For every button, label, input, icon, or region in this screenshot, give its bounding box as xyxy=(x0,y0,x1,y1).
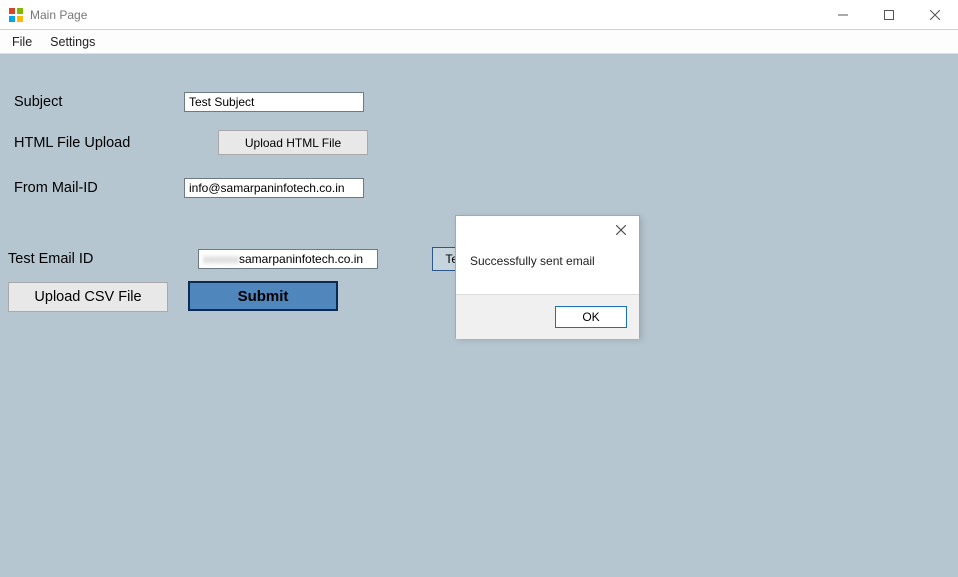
from-mail-label: From Mail-ID xyxy=(14,180,184,196)
html-upload-label: HTML File Upload xyxy=(14,135,184,151)
menu-file[interactable]: File xyxy=(12,35,32,49)
message-dialog: Successfully sent email OK xyxy=(455,215,640,338)
menu-settings[interactable]: Settings xyxy=(50,35,95,49)
dialog-close-button[interactable] xyxy=(609,220,633,240)
test-email-suffix: samarpaninfotech.co.in xyxy=(239,252,363,266)
titlebar: Main Page xyxy=(0,0,958,30)
test-email-input[interactable]: xxxxxx samarpaninfotech.co.in xyxy=(198,249,378,269)
menubar: File Settings xyxy=(0,30,958,54)
subject-input[interactable] xyxy=(184,92,364,112)
subject-label: Subject xyxy=(14,94,184,110)
app-icon xyxy=(8,7,24,23)
upload-csv-button[interactable]: Upload CSV File xyxy=(8,282,168,312)
client-area: Subject HTML File Upload Upload HTML Fil… xyxy=(0,54,958,577)
test-email-label: Test Email ID xyxy=(8,251,184,267)
upload-html-button[interactable]: Upload HTML File xyxy=(218,130,368,155)
submit-button[interactable]: Submit xyxy=(188,281,338,311)
minimize-button[interactable] xyxy=(820,0,866,30)
dialog-message: Successfully sent email xyxy=(456,244,639,294)
maximize-button[interactable] xyxy=(866,0,912,30)
dialog-ok-button[interactable]: OK xyxy=(555,306,627,328)
window-title: Main Page xyxy=(30,8,820,22)
from-mail-input[interactable] xyxy=(184,178,364,198)
window-controls xyxy=(820,0,958,29)
dialog-footer: OK xyxy=(456,294,639,339)
dialog-titlebar xyxy=(456,216,639,244)
test-email-masked: xxxxxx xyxy=(203,252,239,266)
close-button[interactable] xyxy=(912,0,958,30)
